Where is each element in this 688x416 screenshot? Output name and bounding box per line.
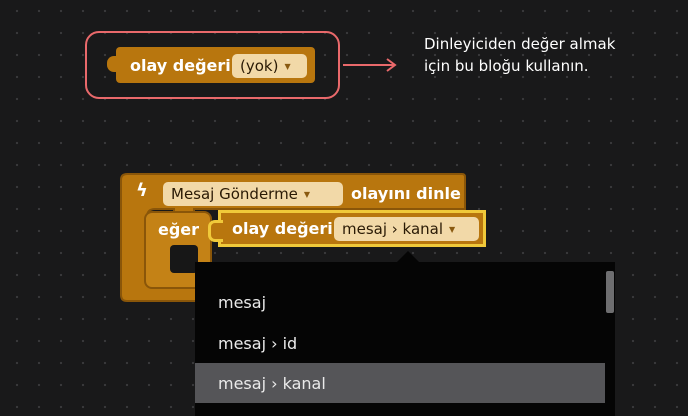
if-label: eğer	[158, 220, 200, 239]
arrow-right-icon	[343, 58, 397, 72]
event-value-text: mesaj › kanal	[342, 220, 444, 238]
menu-item-label: mesaj › kanal	[218, 373, 326, 393]
help-text: Dinleyiciden değer almak için bu bloğu k…	[424, 35, 616, 75]
menu-pointer	[397, 251, 419, 262]
hint-value-dropdown[interactable]: (yok) ▼	[232, 54, 307, 78]
chevron-down-icon: ▼	[449, 224, 456, 234]
menu-item-label: mesaj	[218, 292, 267, 312]
menu-item-mesaj[interactable]: mesaj	[195, 282, 605, 322]
chevron-down-icon: ▼	[284, 61, 291, 71]
lightning-icon: ϟ	[136, 180, 148, 201]
menu-scrollbar[interactable]	[606, 271, 614, 313]
event-name-text: Mesaj Gönderme	[171, 185, 298, 203]
if-block-slot	[170, 245, 198, 273]
event-value-label: olay değeri	[232, 219, 333, 238]
event-name-dropdown[interactable]: Mesaj Gönderme ▼	[163, 182, 343, 206]
puzzle-tab-left	[107, 56, 119, 72]
menu-item-mesaj-kanal[interactable]: mesaj › kanal	[195, 363, 605, 403]
puzzle-tab-left	[208, 220, 223, 242]
menu-item-label: mesaj › id	[218, 333, 298, 353]
event-suffix-label: olayını dinle	[351, 184, 461, 203]
hint-value-text: (yok)	[240, 57, 279, 75]
menu-item-mesaj-id[interactable]: mesaj › id	[195, 323, 605, 363]
event-value-dropdown[interactable]: mesaj › kanal ▼	[334, 217, 479, 241]
chevron-down-icon: ▼	[303, 189, 311, 199]
dropdown-menu: mesaj mesaj › id mesaj › kanal	[195, 262, 615, 416]
hint-block-label: olay değeri	[130, 56, 231, 75]
